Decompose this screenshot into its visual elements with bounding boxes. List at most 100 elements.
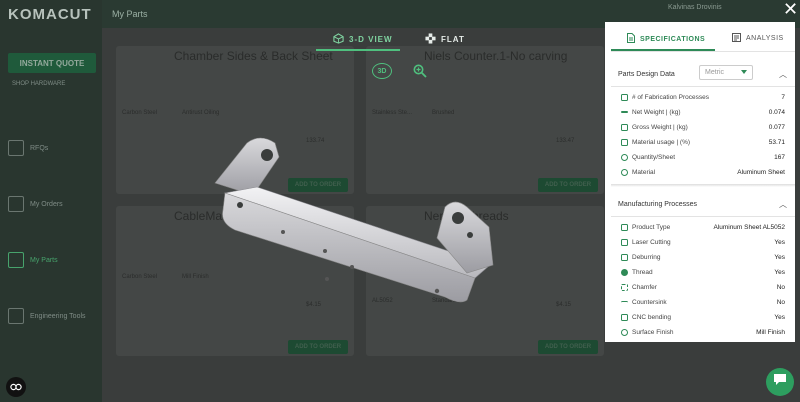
process-label: Deburring [632,253,661,261]
tab-flat[interactable]: FLAT [425,33,465,46]
process-value: Yes [774,253,785,261]
tab-analysis[interactable]: ANALYSIS [732,33,784,44]
orders-icon [8,196,24,212]
close-icon[interactable]: ✕ [783,0,798,18]
chat-button[interactable] [766,368,794,396]
unit-select[interactable]: Metric [699,65,753,80]
process-row: Chamfer No [621,280,785,294]
rotate-3d-button[interactable]: 3D [372,63,392,79]
sidebar-item-label: My Parts [30,256,58,264]
spec-value: Aluminum Sheet [737,168,785,176]
sidebar-item-engineering-tools[interactable]: Engineering Tools [8,308,86,324]
sidebar-item-label: My Orders [30,200,63,208]
cookie-settings-button[interactable] [6,377,26,397]
process-label: CNC bending [632,313,672,321]
process-value: Yes [774,313,785,321]
process-row: Laser Cutting Yes [621,235,785,249]
weight-icon [621,123,628,131]
laser-icon [621,238,628,246]
process-row: Thread Yes [621,265,785,279]
divider [611,216,795,217]
part-price: 133.47 [556,138,575,144]
product-icon [621,223,628,231]
design-data-title: Parts Design Data [618,71,675,78]
spec-label: # of Fabrication Processes [632,93,709,101]
process-value: No [776,298,785,306]
tools-icon [8,308,24,324]
spec-value: 7 [781,93,785,101]
process-value: Aluminum Sheet AL5052 [713,223,785,231]
part-finish: Brushed [432,110,455,116]
user-name: Kalvinas Drovinis [668,4,722,11]
rfq-icon [8,140,24,156]
sidebar-item-rfqs[interactable]: RFQs [8,140,48,156]
sidebar-item-parts[interactable]: My Parts [8,252,58,268]
process-value: Mill Finish [756,328,785,336]
process-label: Chamfer [632,283,657,291]
finish-icon [621,328,628,336]
spec-label: Gross Weight | (kg) [632,123,688,131]
chevron-up-icon[interactable]: ︿ [779,69,787,80]
spec-row: # of Fabrication Processes 7 [621,90,785,104]
process-label: Surface Finish [632,328,674,336]
process-row: Surface Finish Mill Finish [621,325,785,339]
logo: KOMACUT [8,6,92,23]
part-material: Carbon Steel [122,110,158,116]
process-label: Product Type [632,223,671,231]
tab-label: 3-D VIEW [349,35,393,44]
active-tab-underline [316,49,400,51]
sidebar: KOMACUT INSTANT QUOTE SHOP HARDWARE RFQs… [0,0,102,402]
sidebar-item-label: Engineering Tools [30,312,86,320]
spec-label: Net Weight | (kg) [632,108,681,116]
chamfer-icon [621,283,628,291]
tab-label: ANALYSIS [746,35,784,42]
spec-row: Gross Weight | (kg) 0.077 [621,120,785,134]
part-material: Carbon Steel [122,274,158,280]
chevron-up-icon[interactable]: ︿ [779,199,787,210]
process-row: Countersink No [621,295,785,309]
spec-row: Net Weight | (kg) 0.074 [621,105,785,119]
tab-3d-view[interactable]: 3-D VIEW [333,33,393,46]
chat-bubble-icon [773,373,787,391]
shop-hardware-link[interactable]: SHOP HARDWARE [12,81,65,87]
active-tab-underline [611,49,715,51]
part-3d-model[interactable] [205,135,505,305]
process-label: Laser Cutting [632,238,671,246]
process-label: Thread [632,268,653,276]
sidebar-item-orders[interactable]: My Orders [8,196,63,212]
tabs-divider [611,51,795,52]
add-to-order-button[interactable]: ADD TO ORDER [288,340,348,354]
process-row: CNC bending Yes [621,310,785,324]
specifications-panel: SPECIFICATIONS ANALYSIS Parts Design Dat… [605,22,795,342]
process-row: Deburring Yes [621,250,785,264]
bending-icon [621,313,628,321]
tab-label: FLAT [441,35,465,44]
add-to-order-button[interactable]: ADD TO ORDER [538,340,598,354]
tab-specifications[interactable]: SPECIFICATIONS [627,33,705,45]
spec-value: 53.71 [768,138,785,146]
process-value: No [776,283,785,291]
part-finish: Antirust Oiling [182,110,220,116]
add-to-order-button[interactable]: ADD TO ORDER [538,178,598,192]
spec-row: Material usage | (%) 53.71 [621,135,785,149]
countersink-icon [621,300,628,304]
spec-label: Material [632,168,656,176]
process-label: Countersink [632,298,667,306]
material-icon [621,168,628,176]
spec-row: Quantity/Sheet 167 [621,150,785,164]
percent-icon [621,138,628,146]
flat-pattern-icon [425,33,436,46]
caret-down-icon [741,70,747,74]
spec-value: 167 [774,153,785,161]
spec-value: 0.077 [768,123,785,131]
document-icon [627,33,635,45]
instant-quote-button[interactable]: INSTANT QUOTE [8,53,96,73]
process-value: Yes [774,238,785,246]
process-value: Yes [774,268,785,276]
list-icon [621,93,628,101]
divider [611,86,795,87]
spec-label: Quantity/Sheet [632,153,675,161]
zoom-icon[interactable] [413,64,427,83]
part-material: Stainless Ste... [372,110,413,116]
spec-value: 0.074 [768,108,785,116]
